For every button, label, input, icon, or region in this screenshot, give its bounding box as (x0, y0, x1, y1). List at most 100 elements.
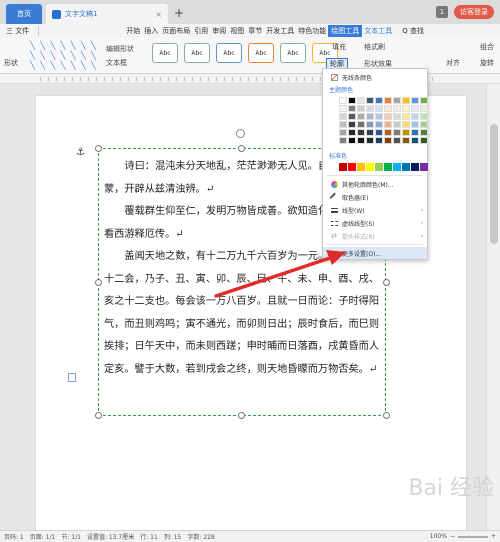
theme-color-swatch[interactable] (393, 105, 401, 112)
theme-color-swatch[interactable] (348, 121, 356, 128)
theme-color-swatch[interactable] (420, 113, 428, 120)
menu-tab[interactable]: 视图 (228, 26, 246, 36)
standard-color-swatch[interactable] (339, 163, 347, 171)
theme-color-swatch[interactable] (402, 113, 410, 120)
standard-color-swatch[interactable] (384, 163, 392, 171)
theme-color-swatch[interactable] (384, 121, 392, 128)
theme-color-swatch[interactable] (375, 105, 383, 112)
vertical-scrollbar[interactable] (486, 84, 500, 530)
format-brush-button[interactable]: 格式刷 (364, 42, 385, 52)
theme-color-swatch[interactable] (393, 137, 401, 144)
theme-color-swatch[interactable] (357, 113, 365, 120)
standard-color-swatch[interactable] (357, 163, 365, 171)
theme-color-swatch[interactable] (402, 97, 410, 104)
file-menu[interactable]: 三 文件 (4, 26, 31, 36)
scrollbar-thumb[interactable] (490, 124, 498, 244)
theme-color-swatch[interactable] (357, 137, 365, 144)
paragraph-mark-icon[interactable] (68, 373, 76, 382)
standard-color-swatch[interactable] (375, 163, 383, 171)
theme-color-swatch[interactable] (402, 105, 410, 112)
status-words[interactable]: 字数: 228 (187, 532, 214, 541)
standard-color-swatch[interactable] (393, 163, 401, 171)
home-tab[interactable]: 首页 (6, 4, 42, 24)
find-button[interactable]: Q 查找 (400, 26, 426, 36)
resize-handle[interactable] (95, 412, 102, 419)
theme-color-swatch[interactable] (375, 129, 383, 136)
other-colors-item[interactable]: 其他轮廓颜色(M)... (323, 178, 427, 190)
shape-style-4[interactable]: Abc (248, 43, 274, 63)
theme-color-swatch[interactable] (384, 105, 392, 112)
theme-color-swatch[interactable] (366, 121, 374, 128)
theme-color-swatch[interactable] (393, 129, 401, 136)
resize-handle[interactable] (383, 279, 390, 286)
theme-color-swatch[interactable] (357, 121, 365, 128)
theme-color-swatch[interactable] (357, 129, 365, 136)
theme-color-swatch[interactable] (357, 105, 365, 112)
theme-color-swatch[interactable] (348, 97, 356, 104)
theme-color-swatch[interactable] (420, 129, 428, 136)
theme-color-swatch[interactable] (402, 137, 410, 144)
theme-color-swatch[interactable] (402, 121, 410, 128)
standard-color-swatch[interactable] (411, 163, 419, 171)
standard-color-swatch[interactable] (420, 163, 428, 171)
theme-color-swatch[interactable] (411, 121, 419, 128)
theme-color-swatch[interactable] (384, 113, 392, 120)
resize-handle[interactable] (383, 412, 390, 419)
line-style-item[interactable]: 线型(W) › (323, 204, 427, 216)
rotate-handle[interactable] (236, 129, 245, 138)
text-box-button[interactable]: 文本框 (106, 58, 127, 68)
theme-color-swatch[interactable] (366, 129, 374, 136)
theme-color-swatch[interactable] (339, 113, 347, 120)
theme-color-swatch[interactable] (420, 97, 428, 104)
visitor-login-button[interactable]: 访客登录 (454, 5, 494, 19)
theme-color-swatch[interactable] (411, 113, 419, 120)
theme-color-swatch[interactable] (357, 97, 365, 104)
eyedropper-item[interactable]: 取色器(E) (323, 191, 427, 203)
fill-button[interactable]: 填充 (332, 42, 346, 52)
zoom-out-icon[interactable]: − (450, 533, 455, 540)
theme-color-swatch[interactable] (411, 105, 419, 112)
theme-color-swatch[interactable] (339, 97, 347, 104)
theme-color-swatch[interactable] (384, 97, 392, 104)
edit-shape-button[interactable]: 编辑形状 (106, 44, 134, 54)
theme-color-swatch[interactable] (339, 121, 347, 128)
menu-tab[interactable]: 开始 (124, 26, 142, 36)
theme-color-swatch[interactable] (393, 121, 401, 128)
menu-tab[interactable]: 开发工具 (264, 26, 296, 36)
zoom-slider[interactable] (457, 535, 488, 538)
theme-color-swatch[interactable] (366, 113, 374, 120)
theme-color-swatch[interactable] (384, 137, 392, 144)
theme-color-swatch[interactable] (420, 121, 428, 128)
theme-color-swatch[interactable] (366, 105, 374, 112)
menu-tab[interactable]: 审阅 (210, 26, 228, 36)
standard-color-swatch[interactable] (402, 163, 410, 171)
theme-color-swatch[interactable] (375, 97, 383, 104)
no-line-color-item[interactable]: 无线条颜色 (323, 71, 427, 83)
theme-color-swatch[interactable] (393, 97, 401, 104)
menu-tab[interactable]: 章节 (246, 26, 264, 36)
theme-color-swatch[interactable] (375, 113, 383, 120)
window-count-badge[interactable]: 1 (436, 6, 448, 18)
theme-color-swatch[interactable] (339, 129, 347, 136)
shape-style-2[interactable]: Abc (184, 43, 210, 63)
standard-color-swatch[interactable] (348, 163, 356, 171)
menu-tab[interactable]: 绘图工具 (328, 25, 363, 37)
theme-color-swatch[interactable] (348, 137, 356, 144)
shape-label[interactable]: 形状 (4, 58, 18, 68)
shape-gallery[interactable]: ╲ ╲ ╲ ╲ ╲ ╲ ╲ ╲ ╲ ╲ ╲ ╲ ╲ ╲ ╲ ╲ ╲ ╲ ╲ ╲ ╲ (28, 41, 98, 70)
theme-color-swatch[interactable] (411, 137, 419, 144)
align-button[interactable]: 对齐 (446, 58, 460, 68)
zoom-level[interactable]: 100% (430, 533, 447, 540)
more-settings-item[interactable]: 更多设置(O)... (323, 247, 427, 259)
theme-color-swatch[interactable] (420, 137, 428, 144)
close-tab-icon[interactable]: × (155, 10, 162, 19)
theme-color-swatch[interactable] (420, 105, 428, 112)
rotate-button[interactable]: 旋转 (480, 58, 494, 68)
theme-color-swatch[interactable] (366, 97, 374, 104)
menu-tab[interactable]: 插入 (142, 26, 160, 36)
theme-color-swatch[interactable] (339, 137, 347, 144)
shape-style-1[interactable]: Abc (152, 43, 178, 63)
theme-color-swatch[interactable] (411, 129, 419, 136)
menu-tab[interactable]: 文本工具 (362, 26, 394, 36)
resize-handle[interactable] (238, 412, 245, 419)
